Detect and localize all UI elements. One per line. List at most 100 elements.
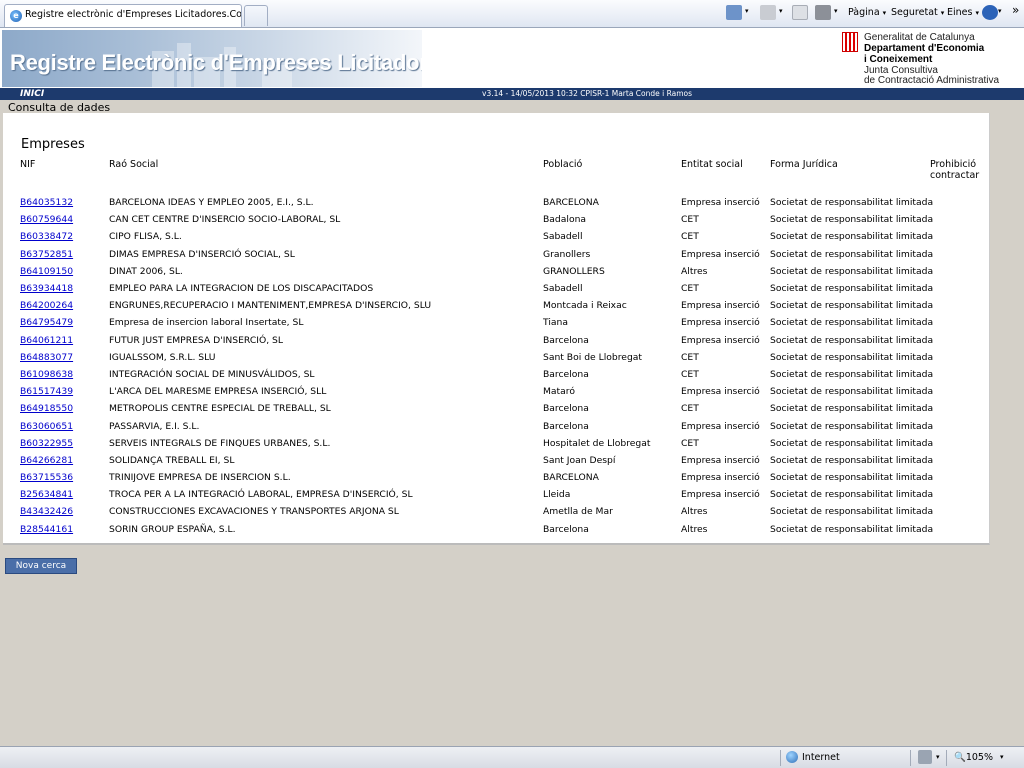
legal-form-cell: Societat de responsabilitat limitada xyxy=(770,351,934,363)
nif-link[interactable]: B64200264 xyxy=(20,300,73,311)
nif-link[interactable]: B63934418 xyxy=(20,283,73,294)
site-banner: Registre Electrònic d'Empreses Licitador… xyxy=(0,28,1024,88)
town-cell: Granollers xyxy=(543,248,591,260)
nif-cell: B60322955 xyxy=(20,435,109,452)
nif-link[interactable]: B63752851 xyxy=(20,249,73,260)
town-cell: BARCELONA xyxy=(543,472,599,484)
company-name-cell: IGUALSSOM, S.R.L. SLU xyxy=(109,351,216,363)
nif-link[interactable]: B64918550 xyxy=(20,403,73,414)
safety-menu[interactable]: Seguretat ▾ xyxy=(891,7,944,18)
legal-form-cell: Societat de responsabilitat limitada xyxy=(770,197,934,209)
table-row: B63060651 PASSARVIA, E.I. S.L. Barcelona Em… xyxy=(20,417,940,434)
legal-form-cell: Societat de responsabilitat limitada xyxy=(770,300,934,312)
table-row: B63934418 EMPLEO PARA LA INTEGRACION DE L… xyxy=(20,280,940,297)
company-name-cell: SORIN GROUP ESPAÑA, S.L. xyxy=(109,523,236,535)
town-cell: Sabadell xyxy=(543,283,583,295)
protected-mode-caret[interactable]: ▾ xyxy=(936,753,940,761)
town-cell: Hospitalet de Llobregat xyxy=(543,437,651,449)
nif-link[interactable]: B43432426 xyxy=(20,506,73,517)
company-name-cell: L'ARCA DEL MARESME EMPRESA INSERCIÓ, SLL xyxy=(109,386,327,398)
nif-cell: B63752851 xyxy=(20,246,109,263)
legal-form-cell: Societat de responsabilitat limitada xyxy=(770,489,934,501)
column-header-social-entity: Entitat social xyxy=(681,159,743,170)
social-entity-cell: CET xyxy=(681,351,699,363)
print-icon[interactable] xyxy=(815,5,831,20)
feeds-icon[interactable] xyxy=(760,5,776,20)
print-dropdown-caret[interactable]: ▾ xyxy=(834,7,838,15)
department-name-line1: Departament d'Economia xyxy=(864,43,985,54)
legal-form-cell: Societat de responsabilitat limitada xyxy=(770,523,934,535)
home-link[interactable]: INICI xyxy=(20,88,44,100)
town-cell: Barcelona xyxy=(543,334,589,346)
nif-link[interactable]: B64266281 xyxy=(20,455,73,466)
feeds-dropdown-caret[interactable]: ▾ xyxy=(779,7,783,15)
company-name-cell: TROCA PER A LA INTEGRACIÓ LABORAL, EMPRE… xyxy=(109,489,413,501)
nif-link[interactable]: B63715536 xyxy=(20,472,73,483)
social-entity-cell: CET xyxy=(681,214,699,226)
new-tab-button[interactable] xyxy=(244,5,268,26)
social-entity-cell: Empresa inserció xyxy=(681,334,760,346)
table-row: B64918550 METROPOLIS CENTRE ESPECIAL DE T… xyxy=(20,400,940,417)
board-name-line2: de Contractació Administrativa xyxy=(864,75,1000,86)
nif-cell: B63934418 xyxy=(20,280,109,297)
nif-link[interactable]: B64035132 xyxy=(20,197,73,208)
company-name-cell: SOLIDANÇA TREBALL EI, SL xyxy=(109,454,235,466)
nif-link[interactable]: B61098638 xyxy=(20,369,73,380)
town-cell: Sant Boi de Llobregat xyxy=(543,351,643,363)
new-search-button[interactable]: Nova cerca xyxy=(5,558,77,574)
results-panel: Empreses NIF Raó Social Població Entitat… xyxy=(3,113,990,545)
town-cell: Montcada i Reixac xyxy=(543,300,627,312)
tools-menu[interactable]: Eines ▾ xyxy=(947,7,979,18)
column-header-nif: NIF xyxy=(20,159,36,170)
home-icon[interactable] xyxy=(726,5,742,20)
zoom-level[interactable]: 🔍105% xyxy=(954,752,993,763)
more-commands-icon[interactable]: » xyxy=(1012,3,1019,17)
nif-link[interactable]: B28544161 xyxy=(20,524,73,535)
help-dropdown-caret[interactable]: ▾ xyxy=(998,7,1002,15)
legal-form-cell: Societat de responsabilitat limitada xyxy=(770,214,934,226)
nif-link[interactable]: B25634841 xyxy=(20,489,73,500)
home-dropdown-caret[interactable]: ▾ xyxy=(745,7,749,15)
nif-cell: B28544161 xyxy=(20,521,109,538)
site-title: Registre Electrònic d'Empreses Licitador… xyxy=(10,50,422,75)
mail-icon[interactable] xyxy=(792,5,808,20)
legal-form-cell: Societat de responsabilitat limitada xyxy=(770,506,934,518)
social-entity-cell: Empresa inserció xyxy=(681,489,760,501)
company-name-cell: DINAT 2006, SL. xyxy=(109,265,183,277)
town-cell: GRANOLLERS xyxy=(543,265,605,277)
social-entity-cell: Altres xyxy=(681,523,708,535)
town-cell: Barcelona xyxy=(543,368,589,380)
nif-link[interactable]: B60338472 xyxy=(20,231,73,242)
table-row: B61517439 L'ARCA DEL MARESME EMPRESA INSE… xyxy=(20,383,940,400)
nif-link[interactable]: B64061211 xyxy=(20,335,73,346)
nif-cell: B43432426 xyxy=(20,503,109,520)
social-entity-cell: CET xyxy=(681,231,699,243)
nif-link[interactable]: B64795479 xyxy=(20,317,73,328)
town-cell: Ametlla de Mar xyxy=(543,506,613,518)
table-row: B60759644 CAN CET CENTRE D'INSERCIO SOCIO… xyxy=(20,211,940,228)
nif-cell: B64883077 xyxy=(20,349,109,366)
nif-link[interactable]: B60759644 xyxy=(20,214,73,225)
social-entity-cell: Empresa inserció xyxy=(681,300,760,312)
browser-tab[interactable]: e Registre electrònic d'Empreses Licitad… xyxy=(4,4,242,27)
nif-link[interactable]: B63060651 xyxy=(20,421,73,432)
social-entity-cell: Empresa inserció xyxy=(681,454,760,466)
town-cell: Barcelona xyxy=(543,523,589,535)
legal-form-cell: Societat de responsabilitat limitada xyxy=(770,265,934,277)
department-name-line2: i Coneixement xyxy=(864,54,933,65)
zoom-dropdown-caret[interactable]: ▾ xyxy=(1000,753,1004,761)
page-menu[interactable]: Pàgina ▾ xyxy=(848,7,886,18)
nif-link[interactable]: B61517439 xyxy=(20,386,73,397)
table-row: B60338472 CIPO FLISA, S.L. Sabadell CET Soci… xyxy=(20,228,940,245)
nif-link[interactable]: B60322955 xyxy=(20,438,73,449)
nif-link[interactable]: B64883077 xyxy=(20,352,73,363)
internet-zone-icon xyxy=(786,751,798,763)
town-cell: Sant Joan Despí xyxy=(543,454,616,466)
help-icon[interactable] xyxy=(982,5,998,20)
generalitat-logo xyxy=(842,32,858,52)
protected-mode-icon[interactable] xyxy=(918,750,932,764)
social-entity-cell: CET xyxy=(681,403,699,415)
nif-link[interactable]: B64109150 xyxy=(20,266,73,277)
nif-cell: B64109150 xyxy=(20,263,109,280)
section-title: Empreses xyxy=(21,137,85,152)
